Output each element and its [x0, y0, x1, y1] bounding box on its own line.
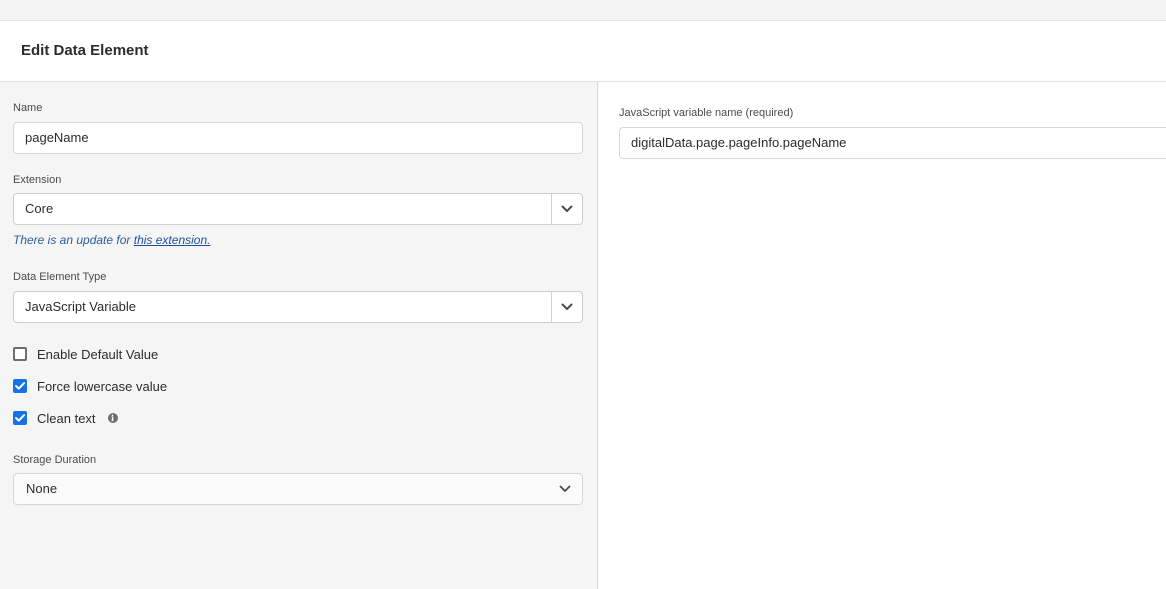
checkbox-box[interactable] [13, 347, 27, 361]
top-strip [0, 0, 1166, 21]
storage-duration-value: None [26, 481, 58, 496]
chevron-down-icon [561, 205, 573, 212]
js-variable-label: JavaScript variable name (required) [619, 107, 794, 119]
extension-dropdown-button[interactable] [551, 194, 582, 224]
chevron-down-icon [561, 303, 573, 310]
this-extension-link[interactable]: this extension. [134, 233, 211, 247]
enable-default-value-checkbox[interactable]: Enable Default Value [13, 345, 158, 363]
chevron-down-icon [559, 484, 571, 494]
extension-combobox[interactable]: Core [13, 193, 583, 225]
checkmark-icon [15, 414, 25, 422]
notice-text: There is an update for [13, 233, 134, 247]
extension-value: Core [25, 201, 54, 216]
data-element-type-combobox[interactable]: JavaScript Variable [13, 291, 583, 323]
checkbox-label: Clean text [37, 410, 96, 426]
checkbox-label: Force lowercase value [37, 378, 168, 394]
checkbox-box[interactable] [13, 379, 27, 393]
storage-duration-label: Storage Duration [13, 454, 97, 466]
dialog-header: Edit Data Element [0, 21, 1166, 82]
extension-update-notice: There is an update for this extension. [13, 233, 210, 247]
js-variable-input[interactable]: digitalData.page.pageInfo.pageName [619, 127, 1166, 159]
left-pane [0, 82, 598, 589]
data-element-type-label: Data Element Type [13, 271, 107, 283]
checkbox-label: Enable Default Value [37, 346, 159, 362]
extension-label: Extension [13, 174, 62, 186]
data-element-type-value: JavaScript Variable [25, 299, 137, 314]
name-input[interactable]: pageName [13, 122, 583, 154]
storage-duration-picker[interactable]: None [13, 473, 583, 505]
info-icon[interactable]: i [107, 413, 118, 423]
data-element-type-dropdown-button[interactable] [551, 292, 582, 322]
name-label: Name [13, 102, 43, 114]
checkbox-box[interactable] [13, 411, 27, 425]
checkmark-icon [15, 382, 25, 390]
force-lowercase-checkbox[interactable]: Force lowercase value [13, 377, 167, 395]
clean-text-checkbox[interactable]: Clean text i [13, 409, 118, 427]
page-title: Edit Data Element [21, 42, 149, 59]
